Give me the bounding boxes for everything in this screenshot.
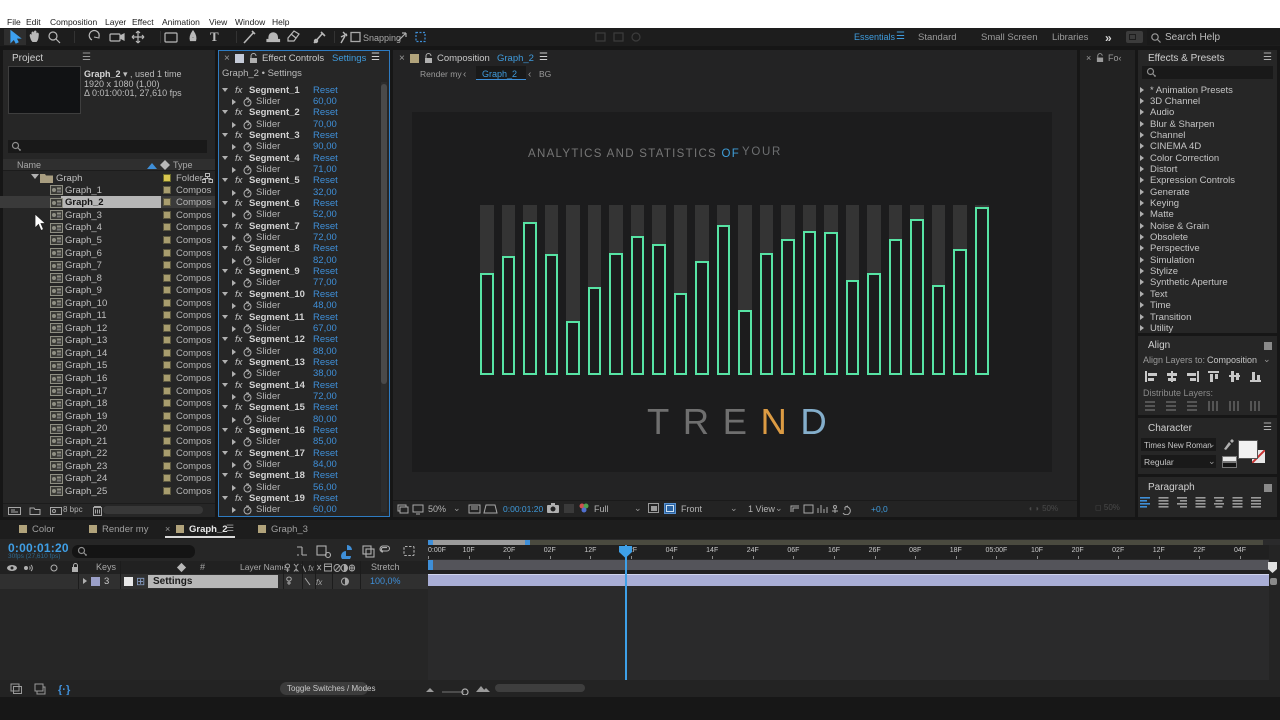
svg-text:{·}: {·} bbox=[58, 684, 71, 695]
svg-text:T: T bbox=[210, 29, 219, 44]
svg-text:fx: fx bbox=[316, 578, 323, 587]
